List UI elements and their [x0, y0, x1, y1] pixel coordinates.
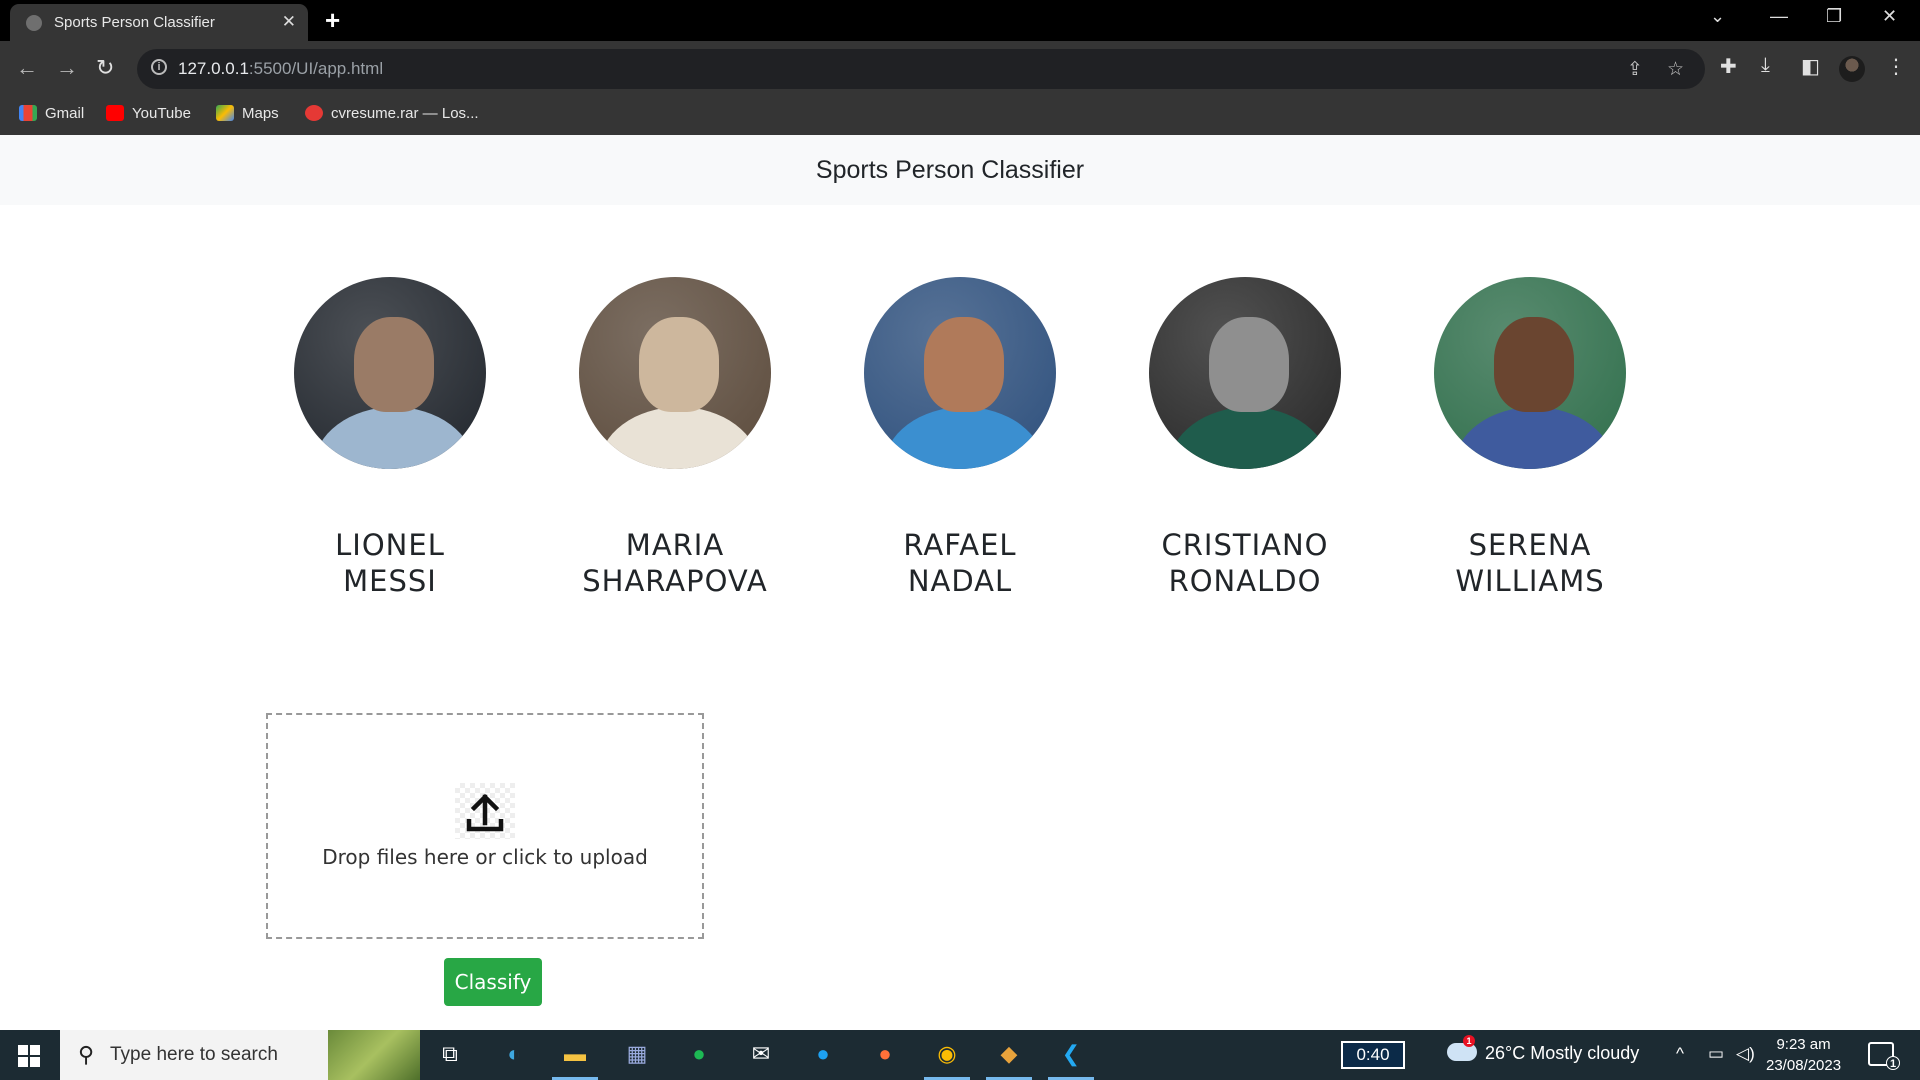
timer-widget[interactable]: 0:40	[1341, 1041, 1405, 1069]
clock-date: 23/08/2023	[1766, 1057, 1842, 1074]
mail-icon[interactable]: ✉	[744, 1041, 778, 1069]
tray-chevron-icon[interactable]: ^	[1676, 1044, 1684, 1064]
classify-button[interactable]: Classify	[444, 958, 542, 1006]
firefox-icon[interactable]: ●	[868, 1041, 902, 1069]
navbar: Sports Person Classifier	[0, 135, 1920, 205]
windows-start-icon[interactable]	[18, 1045, 40, 1067]
player-card: LIONEL MESSI	[280, 277, 500, 599]
browser-tab[interactable]: Sports Person Classifier ✕	[10, 4, 308, 41]
taskbar-search[interactable]: ⚲ Type here to search	[60, 1030, 420, 1080]
url-text[interactable]: 127.0.0.1:5500/UI/app.html	[178, 59, 383, 79]
player-name: LIONEL MESSI	[280, 527, 500, 599]
bookmark-red-icon	[305, 105, 323, 121]
network-icon[interactable]: ▭	[1708, 1044, 1724, 1064]
maps-icon	[216, 105, 234, 121]
reload-icon[interactable]: ↻	[96, 55, 114, 81]
player-last-name: MESSI	[343, 564, 437, 598]
search-icon: ⚲	[78, 1042, 95, 1067]
player-photo	[864, 277, 1056, 469]
player-card: MARIA SHARAPOVA	[565, 277, 785, 599]
menu-kebab-icon[interactable]: ⋮	[1886, 54, 1906, 79]
player-name: MARIA SHARAPOVA	[565, 527, 785, 599]
dropzone-message: Drop files here or click to upload	[322, 845, 648, 869]
volume-icon[interactable]: ◁)	[1736, 1044, 1755, 1064]
upload-icon	[455, 783, 515, 839]
player-card: SERENA WILLIAMS	[1420, 277, 1640, 599]
upload-dropzone[interactable]: Drop files here or click to upload	[266, 713, 704, 939]
minimize-icon[interactable]: —	[1770, 6, 1788, 27]
weather-text: 26°C Mostly cloudy	[1485, 1043, 1640, 1063]
side-panel-icon[interactable]: ◧	[1801, 54, 1820, 79]
back-icon[interactable]: ←	[16, 55, 38, 81]
youtube-icon	[106, 105, 124, 121]
notification-count: 1	[1886, 1056, 1900, 1070]
player-card: RAFAEL NADAL	[850, 277, 1070, 599]
search-highlight-image	[328, 1030, 420, 1080]
player-first-name: SERENA	[1468, 528, 1592, 562]
player-photo	[579, 277, 771, 469]
player-last-name: NADAL	[907, 564, 1013, 598]
profile-avatar[interactable]	[1839, 56, 1865, 82]
gmail-icon	[19, 105, 37, 121]
player-photo	[1434, 277, 1626, 469]
forward-icon[interactable]: →	[56, 55, 78, 81]
player-name: CRISTIANO RONALDO	[1135, 527, 1355, 599]
site-info-icon[interactable]: i	[151, 59, 167, 75]
browser-tab-strip: Sports Person Classifier ✕ + ⌄ — ❐ ✕	[0, 0, 1920, 41]
clock-time: 9:23 am	[1776, 1036, 1831, 1053]
page-viewport: Sports Person Classifier LIONEL MESSI MARI…	[0, 135, 1920, 1030]
bookmark-cvresume[interactable]: cvresume.rar — Los...	[305, 105, 479, 122]
bookmark-youtube[interactable]: YouTube	[106, 105, 191, 122]
player-card: CRISTIANO RONALDO	[1135, 277, 1355, 599]
git-app-icon[interactable]: ◆	[986, 1041, 1032, 1080]
new-tab-icon[interactable]: +	[325, 5, 340, 36]
task-view-icon[interactable]: ⧉	[433, 1041, 467, 1069]
bookmark-maps[interactable]: Maps	[216, 105, 279, 122]
extensions-icon[interactable]: ✚	[1720, 54, 1737, 79]
notifications-icon[interactable]: 1	[1868, 1042, 1900, 1070]
player-first-name: RAFAEL	[903, 528, 1017, 562]
player-photo	[294, 277, 486, 469]
cloud-icon: 1	[1447, 1035, 1477, 1061]
player-name: SERENA WILLIAMS	[1420, 527, 1640, 599]
download-icon[interactable]: ⤓	[1761, 54, 1770, 77]
microsoft-store-icon[interactable]: ▦	[620, 1041, 654, 1069]
spotify-icon[interactable]: ●	[682, 1041, 716, 1069]
bookmark-gmail[interactable]: Gmail	[19, 105, 84, 122]
close-window-icon[interactable]: ✕	[1882, 6, 1897, 27]
globe-icon	[26, 15, 42, 31]
weather-widget[interactable]: 1 26°C Mostly cloudy	[1447, 1035, 1640, 1064]
bookmarks-bar: Gmail YouTube Maps cvresume.rar — Los...	[0, 98, 1920, 135]
navbar-brand[interactable]: Sports Person Classifier	[0, 156, 1900, 185]
tab-title: Sports Person Classifier	[54, 14, 215, 31]
player-last-name: SHARAPOVA	[582, 564, 768, 598]
edge-icon[interactable]: ◐	[497, 1041, 531, 1069]
twitter-icon[interactable]: ●	[806, 1041, 840, 1069]
windows-taskbar: ⚲ Type here to search ⧉ ◐ ▬ ▦ ● ✉ ● ● ◉ …	[0, 1030, 1920, 1080]
file-explorer-icon[interactable]: ▬	[552, 1041, 598, 1080]
weather-badge: 1	[1463, 1035, 1475, 1047]
close-tab-icon[interactable]: ✕	[282, 12, 296, 32]
taskbar-clock[interactable]: 9:23 am 23/08/2023	[1766, 1034, 1841, 1076]
share-icon[interactable]: ⇪	[1627, 58, 1643, 81]
chrome-icon[interactable]: ◉	[924, 1041, 970, 1080]
vscode-icon[interactable]: ❮	[1048, 1041, 1094, 1080]
tab-search-chevron-icon[interactable]: ⌄	[1710, 6, 1725, 27]
player-last-name: WILLIAMS	[1455, 564, 1605, 598]
restore-icon[interactable]: ❐	[1826, 6, 1842, 27]
player-last-name: RONALDO	[1168, 564, 1322, 598]
player-first-name: LIONEL	[335, 528, 445, 562]
browser-toolbar: ← → ↻ i 127.0.0.1:5500/UI/app.html ⇪ ☆ ✚…	[0, 41, 1920, 98]
player-photo	[1149, 277, 1341, 469]
player-first-name: CRISTIANO	[1161, 528, 1329, 562]
address-bar[interactable]: i 127.0.0.1:5500/UI/app.html ⇪ ☆	[137, 49, 1705, 89]
player-first-name: MARIA	[625, 528, 725, 562]
player-name: RAFAEL NADAL	[850, 527, 1070, 599]
bookmark-star-icon[interactable]: ☆	[1667, 58, 1684, 81]
search-placeholder: Type here to search	[110, 1044, 278, 1065]
